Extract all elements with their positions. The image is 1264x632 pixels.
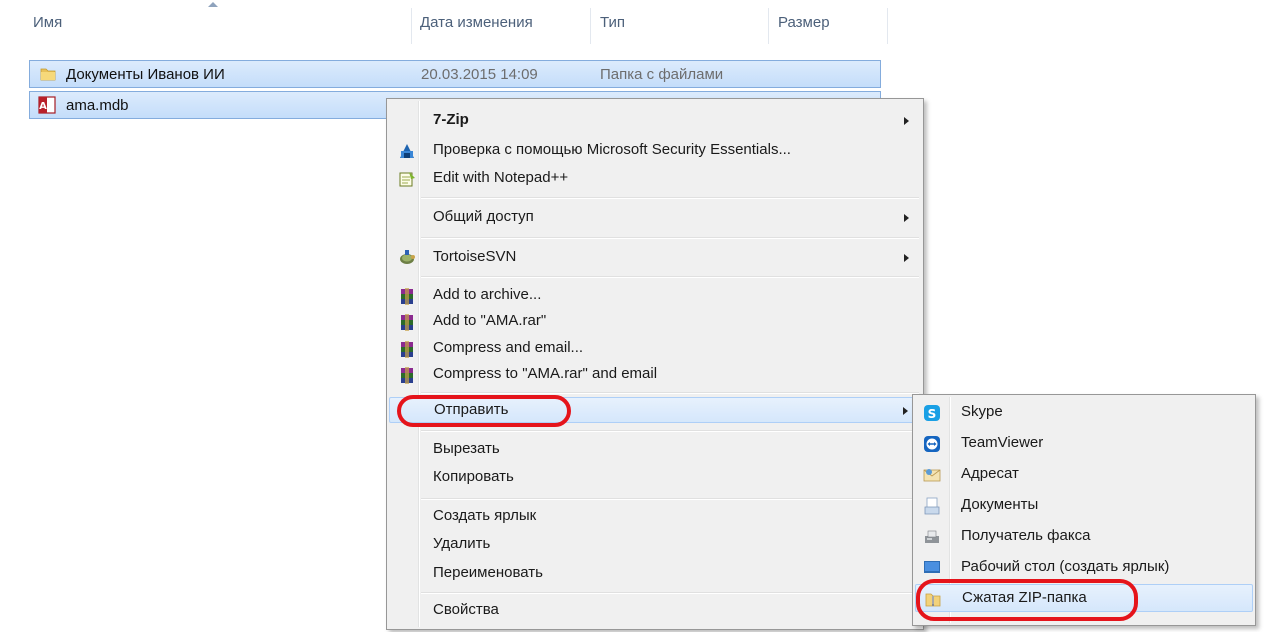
menu-item-label: Создать ярлык xyxy=(433,507,537,524)
submenu-item-label: Рабочий стол (создать ярлык) xyxy=(961,558,1170,575)
submenu-arrow-icon xyxy=(904,214,909,222)
menu-item-label: Свойства xyxy=(433,601,499,618)
winrar-icon xyxy=(401,367,413,384)
skype-icon: S xyxy=(924,405,940,421)
column-header: Имя Дата изменения Тип Размер xyxy=(0,0,1264,48)
teamviewer-icon xyxy=(924,436,940,452)
menu-separator xyxy=(421,498,919,500)
submenu-arrow-icon xyxy=(904,117,909,125)
menu-separator xyxy=(421,592,919,594)
column-type[interactable]: Тип xyxy=(600,14,625,31)
winrar-icon xyxy=(401,288,413,305)
submenu-arrow-icon xyxy=(903,407,908,415)
menu-separator xyxy=(421,276,919,278)
mail-recipient-icon xyxy=(923,469,941,482)
file-row-folder[interactable]: Документы Иванов ИИ 20.03.2015 14:09 Пап… xyxy=(29,60,881,88)
submenu-item-documents[interactable]: Документы xyxy=(915,492,1253,520)
menu-item-delete[interactable]: Удалить xyxy=(389,532,921,558)
submenu-item-label: Skype xyxy=(961,403,1003,420)
tortoisesvn-icon xyxy=(400,250,415,264)
menu-item-label: Проверка с помощью Microsoft Security Es… xyxy=(433,141,791,158)
context-menu: 7-Zip Проверка с помощью Microsoft Secur… xyxy=(386,98,924,630)
column-date[interactable]: Дата изменения xyxy=(420,14,533,31)
menu-separator xyxy=(421,197,919,199)
winrar-icon xyxy=(401,314,413,331)
svg-text:A: A xyxy=(39,101,47,112)
submenu-item-skype[interactable]: S Skype xyxy=(915,399,1253,427)
menu-item-add-to-archive[interactable]: Add to archive... xyxy=(389,283,921,309)
winrar-icon xyxy=(401,341,413,358)
submenu-item-mail-recipient[interactable]: Адресат xyxy=(915,461,1253,489)
menu-item-security-essentials[interactable]: Проверка с помощью Microsoft Security Es… xyxy=(389,138,921,164)
menu-item-7zip[interactable]: 7-Zip xyxy=(389,108,921,134)
menu-item-properties[interactable]: Свойства xyxy=(389,598,921,624)
column-divider[interactable] xyxy=(768,8,769,44)
fax-icon xyxy=(925,530,939,543)
menu-item-label: Копировать xyxy=(433,468,514,485)
highlight-circle-zip-folder xyxy=(916,579,1138,621)
menu-separator xyxy=(421,392,919,394)
menu-item-label: 7-Zip xyxy=(433,111,469,128)
submenu-item-label: Адресат xyxy=(961,465,1019,482)
folder-icon xyxy=(40,68,56,81)
file-name: ama.mdb xyxy=(66,97,129,114)
svg-text:S: S xyxy=(928,407,937,421)
menu-item-label: Вырезать xyxy=(433,440,500,457)
menu-item-label: Compress and email... xyxy=(433,339,584,356)
access-file-icon: A xyxy=(38,96,56,114)
menu-separator xyxy=(421,430,919,432)
menu-item-sharing[interactable]: Общий доступ xyxy=(389,205,921,231)
file-date: 20.03.2015 14:09 xyxy=(421,66,538,83)
menu-item-label: Compress to "AMA.rar" and email xyxy=(433,365,658,382)
menu-item-compress-ama-email[interactable]: Compress to "AMA.rar" and email xyxy=(389,362,921,388)
menu-item-create-shortcut[interactable]: Создать ярлык xyxy=(389,504,921,530)
menu-item-notepadpp[interactable]: Edit with Notepad++ xyxy=(389,166,921,192)
menu-item-label: Add to archive... xyxy=(433,286,542,303)
column-name[interactable]: Имя xyxy=(33,14,62,31)
column-divider[interactable] xyxy=(590,8,591,44)
menu-item-label: TortoiseSVN xyxy=(433,248,517,265)
menu-item-label: Общий доступ xyxy=(433,208,534,225)
desktop-icon xyxy=(924,561,940,573)
submenu-item-label: Документы xyxy=(961,496,1039,513)
file-name: Документы Иванов ИИ xyxy=(66,66,225,83)
menu-item-label: Edit with Notepad++ xyxy=(433,169,569,186)
submenu-item-desktop-shortcut[interactable]: Рабочий стол (создать ярлык) xyxy=(915,554,1253,582)
sort-arrow-icon xyxy=(208,2,218,7)
column-divider[interactable] xyxy=(411,8,412,44)
menu-item-tortoisesvn[interactable]: TortoiseSVN xyxy=(389,245,921,271)
menu-item-copy[interactable]: Копировать xyxy=(389,465,921,491)
submenu-item-teamviewer[interactable]: TeamViewer xyxy=(915,430,1253,458)
menu-item-compress-email[interactable]: Compress and email... xyxy=(389,336,921,362)
documents-icon xyxy=(924,497,940,515)
menu-item-label: Удалить xyxy=(433,535,491,552)
menu-item-cut[interactable]: Вырезать xyxy=(389,437,921,463)
column-divider[interactable] xyxy=(887,8,888,44)
file-type: Папка с файлами xyxy=(600,66,724,83)
notepadpp-icon xyxy=(399,172,415,187)
menu-item-rename[interactable]: Переименовать xyxy=(389,561,921,587)
column-size[interactable]: Размер xyxy=(778,14,830,31)
menu-item-label: Переименовать xyxy=(433,564,543,581)
security-essentials-icon xyxy=(400,144,414,158)
menu-item-add-to-ama-rar[interactable]: Add to "AMA.rar" xyxy=(389,309,921,335)
submenu-arrow-icon xyxy=(904,254,909,262)
menu-separator xyxy=(421,237,919,239)
submenu-item-label: TeamViewer xyxy=(961,434,1044,451)
submenu-item-label: Получатель факса xyxy=(961,527,1091,544)
highlight-circle-send-to xyxy=(397,395,571,427)
menu-item-label: Add to "AMA.rar" xyxy=(433,312,547,329)
submenu-item-fax-recipient[interactable]: Получатель факса xyxy=(915,523,1253,551)
